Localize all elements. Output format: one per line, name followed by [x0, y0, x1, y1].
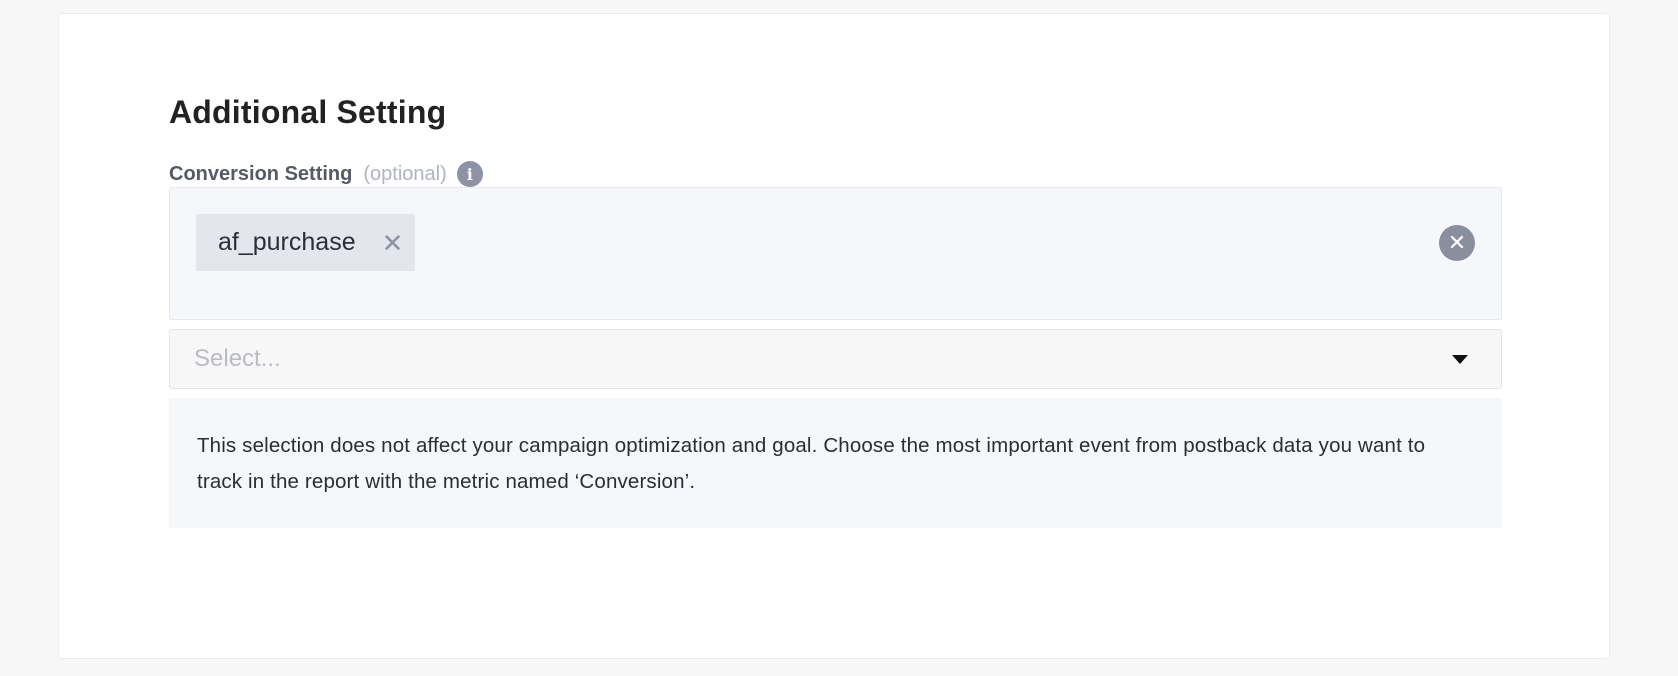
help-note: This selection does not affect your camp…	[169, 398, 1502, 528]
clear-all-button[interactable]: ✕	[1439, 225, 1475, 261]
conversion-setting-label-row: Conversion Setting (optional) i	[169, 159, 483, 189]
caret-down-icon[interactable]	[1452, 354, 1468, 364]
tag-label: af_purchase	[218, 228, 356, 256]
optional-label: (optional)	[363, 162, 447, 185]
settings-card: Additional Setting Conversion Setting (o…	[58, 13, 1610, 659]
help-text: This selection does not affect your camp…	[197, 434, 1426, 493]
selected-events-box[interactable]: af_purchase ✕ ✕	[169, 187, 1502, 320]
select-placeholder: Select...	[194, 345, 281, 372]
circle-close-icon: ✕	[1447, 230, 1467, 255]
close-icon[interactable]: ✕	[382, 230, 404, 256]
event-select-dropdown[interactable]: Select...	[169, 329, 1502, 389]
info-icon[interactable]: i	[456, 161, 483, 187]
section-title: Additional Setting	[169, 94, 447, 130]
conversion-setting-label: Conversion Setting	[169, 162, 353, 185]
tag-af-purchase: af_purchase ✕	[196, 214, 416, 271]
